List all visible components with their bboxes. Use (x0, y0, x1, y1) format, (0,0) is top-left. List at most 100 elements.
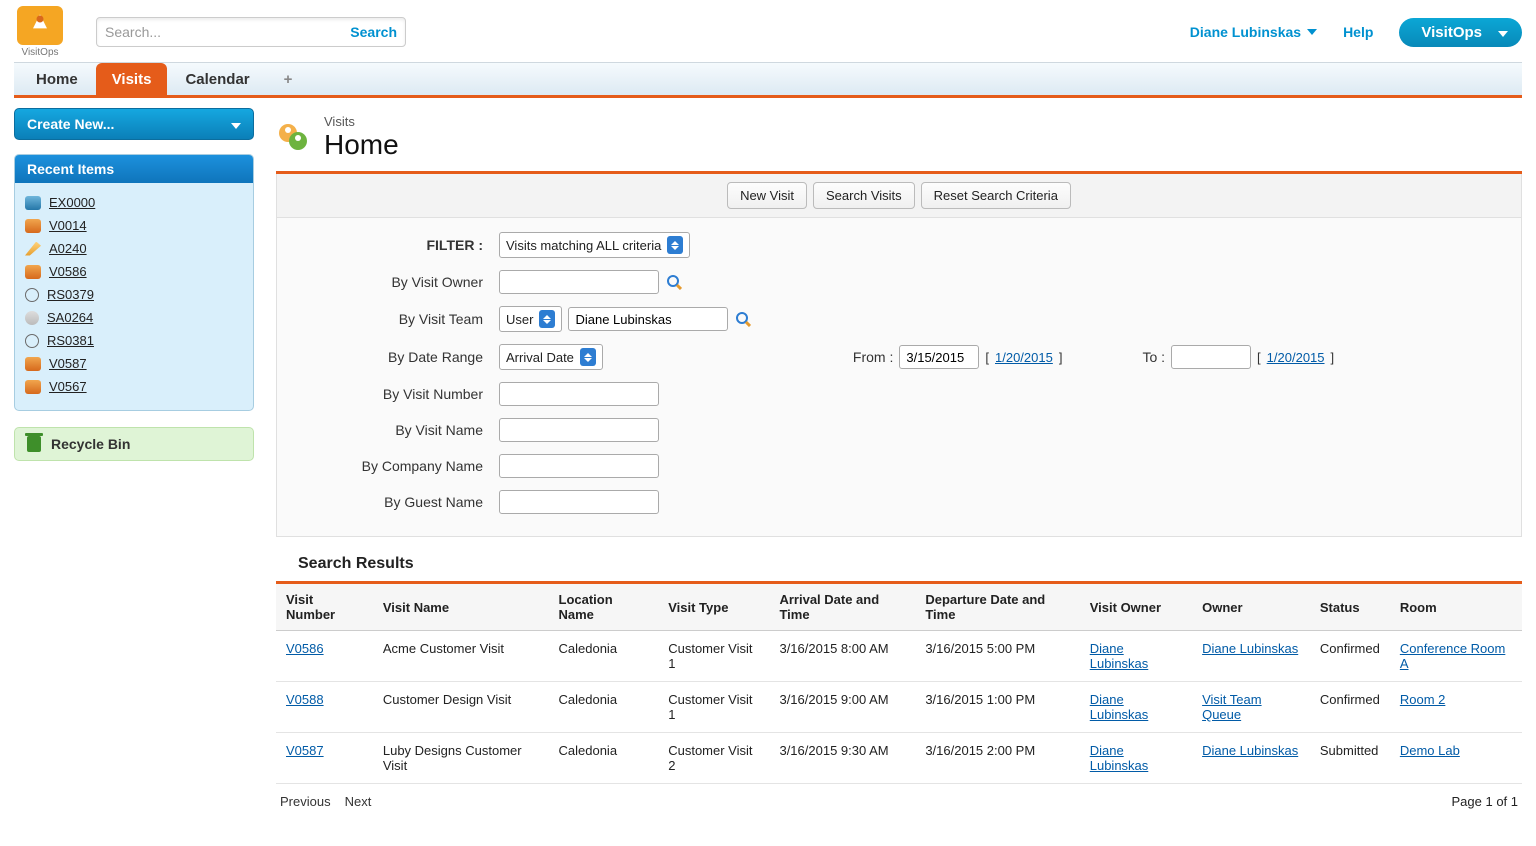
owner-link[interactable]: Diane Lubinskas (1202, 743, 1298, 758)
to-date-input[interactable] (1171, 345, 1251, 369)
table-row: V0588Customer Design VisitCaledoniaCusto… (276, 682, 1522, 733)
recent-item[interactable]: V0567 (25, 375, 243, 398)
visit-owner-link[interactable]: Diane Lubinskas (1090, 641, 1149, 671)
visit-name-input[interactable] (499, 418, 659, 442)
visit-owner-link[interactable]: Diane Lubinskas (1090, 692, 1149, 722)
col-visit-number[interactable]: Visit Number (276, 584, 373, 631)
recent-item[interactable]: EX0000 (25, 191, 243, 214)
visit-name-label: By Visit Name (303, 422, 483, 438)
recent-item-link[interactable]: V0587 (49, 356, 87, 371)
room-link[interactable]: Conference Room A (1400, 641, 1506, 671)
col-room[interactable]: Room (1390, 584, 1522, 631)
recycle-bin-label: Recycle Bin (51, 436, 130, 452)
global-search: Search (96, 17, 406, 47)
recent-item[interactable]: V0586 (25, 260, 243, 283)
cell-status: Confirmed (1310, 682, 1390, 733)
filter-mode-select[interactable]: Visits matching ALL criteria (499, 232, 690, 258)
new-visit-button[interactable]: New Visit (727, 182, 807, 209)
visit-owner-input[interactable] (499, 270, 659, 294)
to-label: To : (1142, 349, 1165, 365)
visit-owner-link[interactable]: Diane Lubinskas (1090, 743, 1149, 773)
recent-item-link[interactable]: V0567 (49, 379, 87, 394)
next-link[interactable]: Next (345, 794, 372, 809)
team-type-select[interactable]: User (499, 306, 562, 332)
from-date-input[interactable] (899, 345, 979, 369)
col-status[interactable]: Status (1310, 584, 1390, 631)
lookup-icon[interactable] (734, 310, 752, 328)
recent-item[interactable]: V0587 (25, 352, 243, 375)
from-today-link[interactable]: 1/20/2015 (995, 350, 1053, 365)
recent-item[interactable]: RS0381 (25, 329, 243, 352)
tab-add[interactable]: + (268, 63, 309, 95)
search-button[interactable]: Search (350, 24, 397, 40)
company-name-input[interactable] (499, 454, 659, 478)
date-range-label: By Date Range (303, 349, 483, 365)
visitops-logo-icon (26, 12, 54, 40)
tab-visits[interactable]: Visits (96, 63, 168, 95)
room-link[interactable]: Demo Lab (1400, 743, 1460, 758)
to-today-link[interactable]: 1/20/2015 (1267, 350, 1325, 365)
room-link[interactable]: Room 2 (1400, 692, 1446, 707)
app-menu-button[interactable]: VisitOps (1399, 18, 1522, 47)
col-arrival[interactable]: Arrival Date and Time (769, 584, 915, 631)
action-toolbar: New Visit Search Visits Reset Search Cri… (276, 174, 1522, 218)
from-label: From : (853, 349, 893, 365)
search-visits-button[interactable]: Search Visits (813, 182, 915, 209)
recent-item-link[interactable]: V0014 (49, 218, 87, 233)
recent-item-link[interactable]: V0586 (49, 264, 87, 279)
col-visit-name[interactable]: Visit Name (373, 584, 549, 631)
recent-items-header: Recent Items (15, 155, 253, 183)
search-input[interactable] (105, 24, 325, 40)
recent-item[interactable]: V0014 (25, 214, 243, 237)
date-to-group: To : [ 1/20/2015 ] (1142, 345, 1334, 369)
recent-item-link[interactable]: SA0264 (47, 310, 93, 325)
tab-home[interactable]: Home (20, 63, 94, 95)
visit-number-link[interactable]: V0587 (286, 743, 324, 758)
visit-number-input[interactable] (499, 382, 659, 406)
col-visit-type[interactable]: Visit Type (658, 584, 769, 631)
cell-visit-name: Luby Designs Customer Visit (373, 733, 549, 784)
recent-item-link[interactable]: RS0381 (47, 333, 94, 348)
team-type-value: User (506, 312, 533, 327)
breadcrumb: Visits (324, 114, 399, 129)
col-location[interactable]: Location Name (549, 584, 659, 631)
col-departure[interactable]: Departure Date and Time (915, 584, 1079, 631)
team-value-input[interactable] (568, 307, 728, 331)
recent-item[interactable]: SA0264 (25, 306, 243, 329)
recent-item[interactable]: RS0379 (25, 283, 243, 306)
col-owner[interactable]: Owner (1192, 584, 1310, 631)
select-arrows-icon (580, 348, 596, 366)
visits-icon (276, 121, 310, 155)
recent-item-link[interactable]: EX0000 (49, 195, 95, 210)
owner-link[interactable]: Diane Lubinskas (1202, 641, 1298, 656)
record-type-icon (25, 311, 39, 325)
cell-departure: 3/16/2015 5:00 PM (915, 631, 1079, 682)
help-link[interactable]: Help (1343, 24, 1373, 40)
prev-link[interactable]: Previous (280, 794, 331, 809)
cell-arrival: 3/16/2015 9:00 AM (769, 682, 915, 733)
trash-icon (27, 436, 41, 452)
recycle-bin-link[interactable]: Recycle Bin (14, 427, 254, 461)
app-logo[interactable]: VisitOps (14, 6, 66, 58)
recent-item-link[interactable]: RS0379 (47, 287, 94, 302)
recent-item[interactable]: A0240 (25, 237, 243, 260)
col-visit-owner[interactable]: Visit Owner (1080, 584, 1192, 631)
date-type-select[interactable]: Arrival Date (499, 344, 603, 370)
visit-number-link[interactable]: V0586 (286, 641, 324, 656)
visit-team-label: By Visit Team (303, 311, 483, 327)
tab-calendar[interactable]: Calendar (169, 63, 265, 95)
record-type-icon (25, 265, 41, 279)
user-menu[interactable]: Diane Lubinskas (1190, 24, 1317, 40)
owner-link[interactable]: Visit Team Queue (1202, 692, 1262, 722)
results-header: Search Results (298, 555, 1522, 573)
lookup-icon[interactable] (665, 273, 683, 291)
cell-departure: 3/16/2015 2:00 PM (915, 733, 1079, 784)
cell-departure: 3/16/2015 1:00 PM (915, 682, 1079, 733)
create-new-button[interactable]: Create New... (14, 108, 254, 140)
guest-name-input[interactable] (499, 490, 659, 514)
reset-criteria-button[interactable]: Reset Search Criteria (921, 182, 1071, 209)
record-type-icon (25, 219, 41, 233)
visit-number-link[interactable]: V0588 (286, 692, 324, 707)
table-row: V0586Acme Customer VisitCaledoniaCustome… (276, 631, 1522, 682)
recent-item-link[interactable]: A0240 (49, 241, 87, 256)
